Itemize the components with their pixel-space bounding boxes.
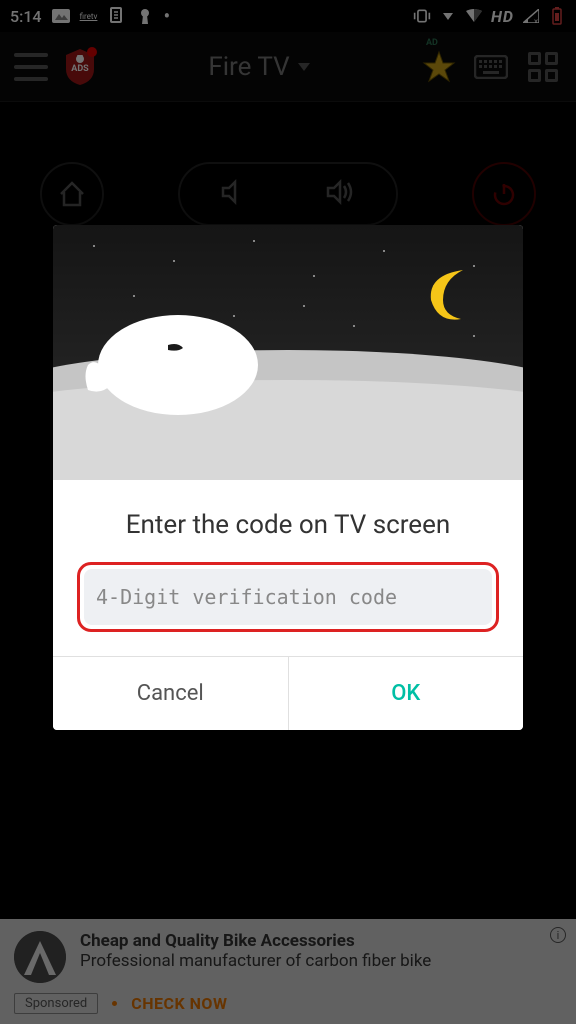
moon-icon <box>423 265 483 325</box>
verification-code-input[interactable] <box>84 569 492 625</box>
code-input-highlight <box>77 562 499 632</box>
dialog-illustration <box>53 225 523 480</box>
dialog-title: Enter the code on TV screen <box>77 510 499 540</box>
pairing-code-dialog: Enter the code on TV screen Cancel OK <box>53 225 523 730</box>
whale-illustration <box>83 290 263 420</box>
cancel-button[interactable]: Cancel <box>53 657 289 730</box>
ok-button[interactable]: OK <box>289 657 524 730</box>
